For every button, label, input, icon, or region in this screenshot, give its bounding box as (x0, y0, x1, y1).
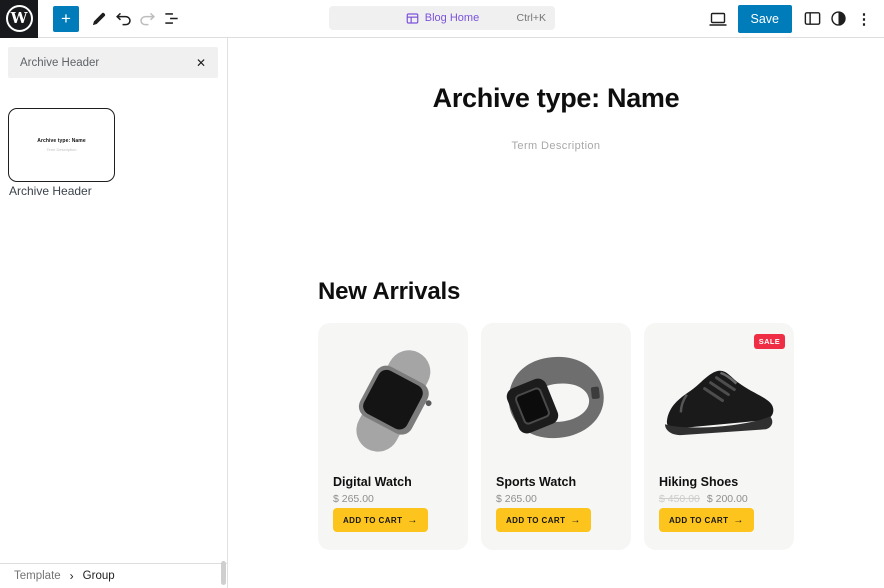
redo-icon (138, 9, 157, 28)
plus-icon: + (61, 10, 71, 27)
product-card-digital-watch[interactable]: Digital Watch $ 265.00 ADD TO CART → (318, 323, 468, 550)
product-image-sports-watch (481, 323, 631, 473)
pattern-result-archive-header[interactable]: Archive type: Name Term Description (8, 108, 115, 182)
product-name: Digital Watch (333, 475, 412, 489)
wordpress-site-editor: W + (0, 0, 884, 588)
pattern-preview-subtitle: Term Description (46, 147, 76, 152)
product-old-price: $ 450.00 (659, 493, 700, 505)
view-button[interactable] (706, 3, 730, 35)
editor-topbar: W + (0, 0, 884, 38)
sidebar-scrollbar[interactable] (221, 561, 226, 585)
pattern-preview-title: Archive type: Name (37, 138, 86, 144)
styles-contrast-icon (829, 9, 848, 28)
undo-icon (114, 9, 133, 28)
list-view-icon (162, 9, 181, 28)
search-input[interactable] (20, 57, 190, 69)
term-description-block[interactable]: Term Description (228, 140, 884, 152)
clear-search-button[interactable]: ✕ (190, 56, 206, 70)
topbar-right-tools: Save ⋮ (706, 3, 884, 35)
tools-button[interactable] (87, 3, 111, 35)
product-card-sports-watch[interactable]: Sports Watch $ 265.00 ADD TO CART → (481, 323, 631, 550)
breadcrumb-template[interactable]: Template (14, 570, 61, 582)
document-title: Blog Home (425, 12, 479, 24)
add-to-cart-button[interactable]: ADD TO CART → (659, 508, 754, 532)
add-to-cart-button[interactable]: ADD TO CART → (333, 508, 428, 532)
add-to-cart-label: ADD TO CART (343, 516, 402, 525)
add-to-cart-label: ADD TO CART (506, 516, 565, 525)
topbar-left-tools: W + (0, 0, 183, 37)
product-card-hiking-shoes[interactable]: SALE Hiking Shoes $ 450.00 $ 200 (644, 323, 794, 550)
styles-button[interactable] (826, 3, 850, 35)
template-icon (405, 11, 420, 26)
block-breadcrumb-bar: Template › Group (0, 563, 227, 588)
shop-section: New Arrivals Digi (318, 278, 794, 550)
product-grid: Digital Watch $ 265.00 ADD TO CART → (318, 323, 794, 550)
command-shortcut: Ctrl+K (517, 12, 546, 24)
product-name: Hiking Shoes (659, 475, 738, 489)
product-image-digital-watch (318, 323, 468, 473)
document-bar[interactable]: Blog Home Ctrl+K (329, 6, 555, 30)
pencil-icon (90, 10, 108, 28)
document-bar-main: Blog Home (405, 11, 479, 26)
product-price: $ 265.00 (496, 493, 537, 505)
wordpress-logo-button[interactable]: W (0, 0, 38, 38)
add-to-cart-button[interactable]: ADD TO CART → (496, 508, 591, 532)
product-price: $ 450.00 $ 200.00 (659, 493, 748, 505)
product-price: $ 265.00 (333, 493, 374, 505)
redo-button[interactable] (135, 3, 159, 35)
undo-button[interactable] (111, 3, 135, 35)
chevron-right-icon: › (70, 569, 74, 583)
inserter-panel: ✕ Archive type: Name Term Description Ar… (0, 38, 228, 588)
laptop-icon (708, 9, 728, 29)
block-inserter-button[interactable]: + (53, 6, 79, 32)
options-menu-button[interactable]: ⋮ (852, 3, 876, 35)
list-view-button[interactable] (159, 3, 183, 35)
product-name: Sports Watch (496, 475, 576, 489)
sidebar-toggle-icon (803, 9, 822, 28)
add-to-cart-label: ADD TO CART (669, 516, 728, 525)
pattern-search-box[interactable]: ✕ (8, 47, 218, 78)
arrow-right-icon: → (407, 515, 417, 526)
editor-canvas: Archive type: Name Term Description New … (228, 38, 884, 588)
close-icon: ✕ (196, 56, 206, 70)
sale-badge: SALE (754, 334, 785, 349)
kebab-icon: ⋮ (857, 10, 872, 28)
archive-title-block[interactable]: Archive type: Name (228, 83, 884, 114)
arrow-right-icon: → (733, 515, 743, 526)
settings-sidebar-button[interactable] (800, 3, 824, 35)
arrow-right-icon: → (570, 515, 580, 526)
pattern-label: Archive Header (9, 184, 92, 198)
breadcrumb-group[interactable]: Group (83, 570, 115, 582)
wordpress-logo-icon: W (6, 5, 33, 32)
section-heading[interactable]: New Arrivals (318, 278, 794, 306)
save-button[interactable]: Save (738, 5, 793, 33)
